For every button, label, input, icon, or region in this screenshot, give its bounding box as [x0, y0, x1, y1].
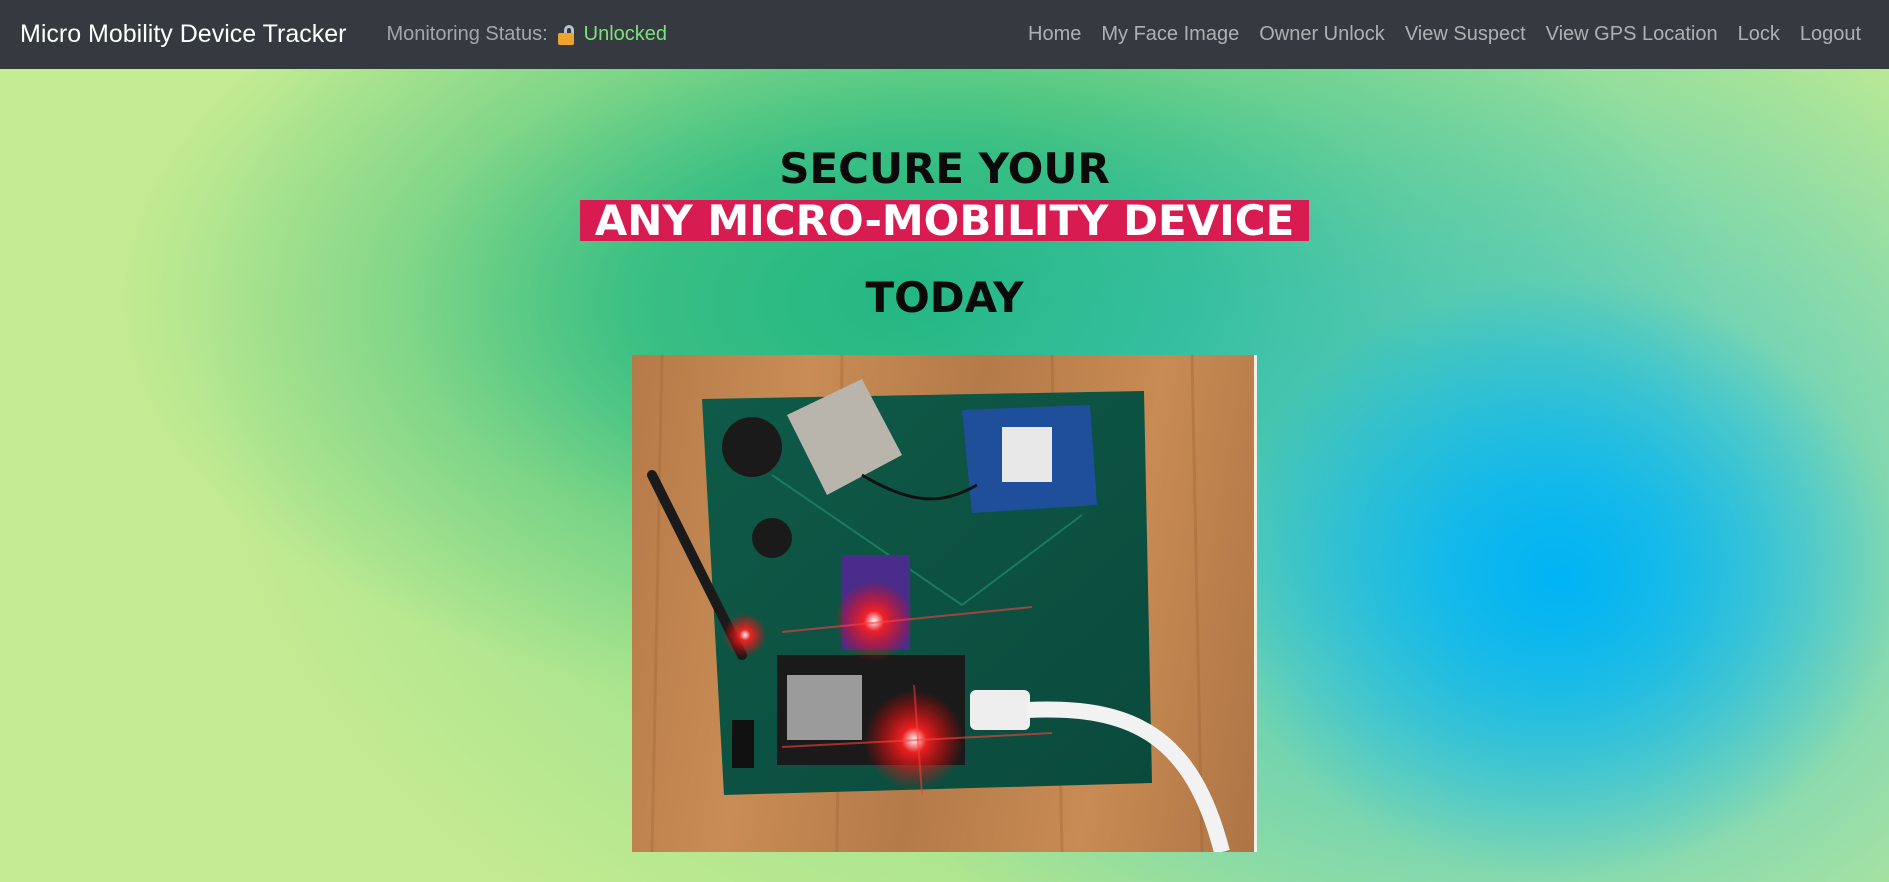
monitoring-status: Monitoring Status: Unlocked	[386, 23, 667, 46]
status-value: Unlocked	[583, 23, 668, 45]
hero-highlight-wrapper: ANY MICRO-MOBILITY DEVICE	[0, 200, 1889, 242]
hero-line-1: SECURE YOUR	[779, 144, 1110, 193]
nav-my-face-image[interactable]: My Face Image	[1091, 23, 1249, 46]
nav-lock[interactable]: Lock	[1728, 23, 1790, 46]
status-label: Monitoring Status:	[386, 23, 548, 45]
brand-title[interactable]: Micro Mobility Device Tracker	[20, 20, 346, 49]
hero-section: SECURE YOUR ANY MICRO-MOBILITY DEVICE TO…	[0, 69, 1889, 882]
unlocked-padlock-icon	[556, 24, 576, 45]
nav-links: Home My Face Image Owner Unlock View Sus…	[1018, 23, 1869, 46]
hero-highlight: ANY MICRO-MOBILITY DEVICE	[579, 200, 1310, 242]
device-photo	[632, 355, 1257, 852]
nav-owner-unlock[interactable]: Owner Unlock	[1249, 23, 1395, 46]
nav-view-suspect[interactable]: View Suspect	[1395, 23, 1536, 46]
nav-logout[interactable]: Logout	[1790, 23, 1869, 46]
navbar: Micro Mobility Device Tracker Monitoring…	[0, 0, 1889, 69]
nav-view-gps-location[interactable]: View GPS Location	[1536, 23, 1728, 46]
nav-home[interactable]: Home	[1018, 23, 1091, 46]
hero-line-3: TODAY	[865, 273, 1024, 322]
